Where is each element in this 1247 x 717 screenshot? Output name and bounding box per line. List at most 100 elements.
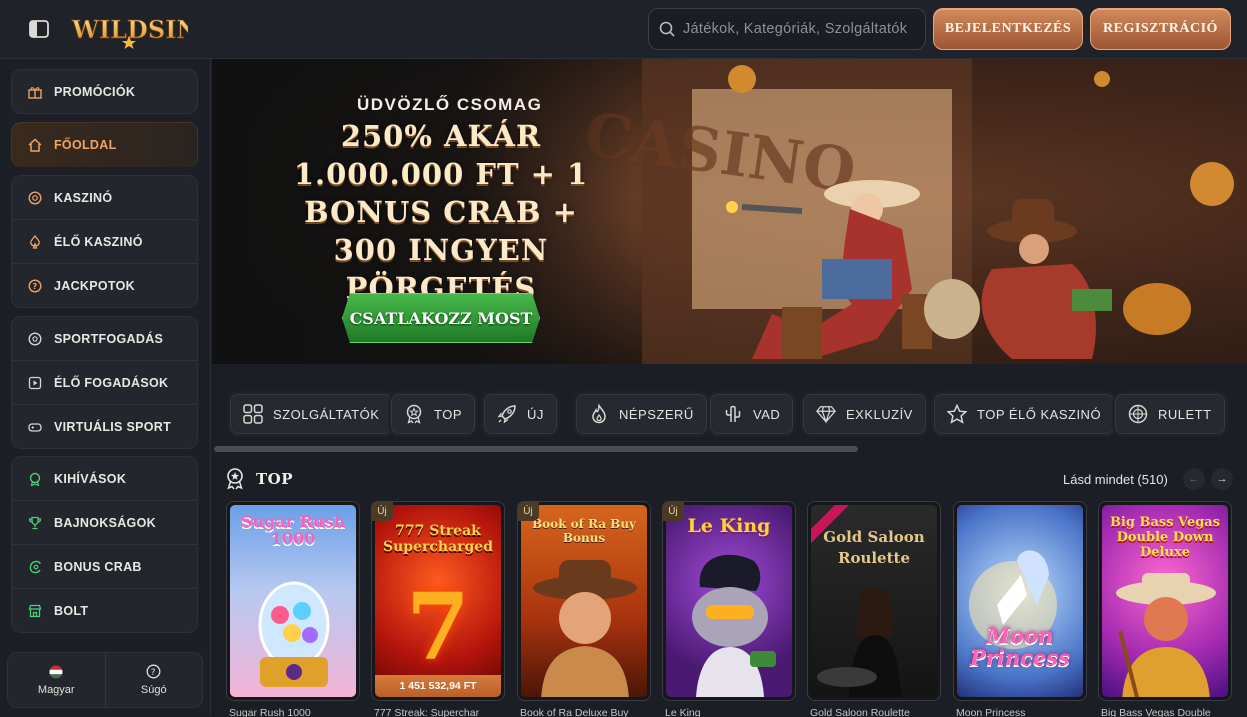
category-label: TOP ÉLŐ KASZINÓ xyxy=(977,406,1102,422)
poker-chip-icon xyxy=(28,190,42,205)
game-art-title: Le King xyxy=(687,515,771,537)
game-name: Gold Saloon Roulette xyxy=(810,707,910,717)
login-button[interactable]: BEJELENTKEZÉS xyxy=(933,8,1083,50)
gamepad-icon xyxy=(28,420,42,434)
category-scrollbar[interactable] xyxy=(214,446,858,452)
register-button[interactable]: REGISZTRÁCIÓ xyxy=(1090,8,1231,50)
game-tile[interactable]: Moon Princess Moon Princess xyxy=(953,501,1087,717)
svg-text:?: ? xyxy=(151,668,156,678)
sidebar-item-virtual-sport[interactable]: VIRTUÁLIS SPORT xyxy=(12,405,197,449)
sidebar-item-tournaments[interactable]: BAJNOKSÁGOK xyxy=(12,501,197,545)
medal-icon xyxy=(28,472,42,486)
game-tile[interactable]: Új 777 Streak Supercharged 7 1 451 532,9… xyxy=(371,501,505,717)
category-providers[interactable]: SZOLGÁLTATÓK xyxy=(230,394,393,434)
category-top-live-casino[interactable]: TOP ÉLŐ KASZINÓ xyxy=(934,394,1115,434)
spade-icon xyxy=(28,234,42,249)
game-thumbnail: Sugar Rush 1000 xyxy=(230,505,356,697)
game-tile[interactable]: Új Book of Ra Buy Bonus Book of Ra Delux… xyxy=(517,501,651,717)
game-art-title: Book of Ra Buy Bonus xyxy=(531,517,637,545)
hungarian-flag-icon xyxy=(49,665,63,678)
help-icon: ? xyxy=(146,664,161,679)
category-label: EXKLUZÍV xyxy=(846,406,913,422)
category-label: ÚJ xyxy=(527,406,544,422)
sidebar-item-casino[interactable]: KASZINÓ xyxy=(12,176,197,220)
game-tile[interactable]: Gold Saloon Roulette Gold Saloon Roulett… xyxy=(807,501,941,717)
jackpot-amount: 1 451 532,94 FT xyxy=(375,675,501,697)
category-wild[interactable]: VAD xyxy=(710,394,794,434)
sidebar-item-live-bets[interactable]: ÉLŐ FOGADÁSOK xyxy=(12,361,197,405)
new-badge: Új xyxy=(517,501,539,521)
section-header-top: TOP xyxy=(224,466,293,492)
game-thumbnail: Big Bass Vegas Double Down Deluxe xyxy=(1102,505,1228,697)
category-top[interactable]: TOP xyxy=(391,394,475,434)
sidebar-item-label: JACKPOTOK xyxy=(54,279,135,293)
game-thumbnail: 777 Streak Supercharged 7 1 451 532,94 F… xyxy=(375,505,501,697)
game-name: 777 Streak: Superchar xyxy=(374,707,480,717)
game-thumbnail: Le King xyxy=(666,505,792,697)
sidebar-item-live-casino[interactable]: ÉLŐ KASZINÓ xyxy=(12,220,197,264)
sidebar-item-promotions[interactable]: PROMÓCIÓK xyxy=(12,70,197,114)
raccoon-king-graphic xyxy=(692,554,776,697)
search-box[interactable] xyxy=(648,8,926,50)
sidebar-item-label: VIRTUÁLIS SPORT xyxy=(54,420,172,434)
game-thumbnail: Gold Saloon Roulette xyxy=(811,505,937,697)
carousel-prev-button[interactable]: ← xyxy=(1183,468,1205,490)
rocket-icon xyxy=(497,404,517,424)
language-selector[interactable]: Magyar xyxy=(8,653,106,707)
sidebar-group-sport: SPORTFOGADÁS ÉLŐ FOGADÁSOK VIRTUÁLIS SPO… xyxy=(11,316,198,449)
sidebar-item-home[interactable]: FŐOLDAL xyxy=(12,123,197,167)
star-icon xyxy=(947,404,967,424)
sidebar-toggle-icon[interactable] xyxy=(28,19,50,39)
game-art-title: Big Bass Vegas Double Down Deluxe xyxy=(1109,515,1221,560)
game-name: Book of Ra Deluxe Buy xyxy=(520,707,629,717)
sidebar-item-sportsbetting[interactable]: SPORTFOGADÁS xyxy=(12,317,197,361)
game-tile[interactable]: Új Le King Le King xyxy=(662,501,796,717)
sidebar-footer: Magyar ? Súgó xyxy=(7,652,203,708)
carousel-next-button[interactable]: → xyxy=(1211,468,1233,490)
sidebar-item-label: ÉLŐ KASZINÓ xyxy=(54,234,143,249)
game-tile[interactable]: Big Bass Vegas Double Down Deluxe Big Ba… xyxy=(1098,501,1232,717)
search-input[interactable] xyxy=(683,21,923,37)
sidebar-item-bonus-crab[interactable]: BONUS CRAB xyxy=(12,545,197,589)
sidebar-item-label: KASZINÓ xyxy=(54,190,113,205)
sidebar-item-jackpots[interactable]: ? JACKPOTOK xyxy=(12,264,197,308)
promo-banner[interactable]: CASINO ÜDVÖZLŐ CSOMAG 250% AKÁR 1.000.00… xyxy=(212,59,1247,364)
sidebar-group-home: FŐOLDAL xyxy=(11,122,198,167)
arrow-right-icon: → xyxy=(1216,473,1228,485)
roulette-icon xyxy=(1128,404,1148,424)
wildsino-logo[interactable]: WILDSINO xyxy=(70,8,220,50)
sidebar-item-label: BAJNOKSÁGOK xyxy=(54,515,156,530)
category-new[interactable]: ÚJ xyxy=(484,394,557,434)
gift-icon xyxy=(28,85,42,99)
crab-icon xyxy=(28,560,42,574)
game-name: Sugar Rush 1000 xyxy=(229,707,311,717)
category-exclusive[interactable]: EXKLUZÍV xyxy=(803,394,926,434)
section-title: TOP xyxy=(256,470,294,488)
category-strip: SZOLGÁLTATÓK TOP ÚJ NÉPSZERŰ VAD EXKLUZÍ… xyxy=(212,386,1247,442)
language-label: Magyar xyxy=(37,683,75,696)
soccer-ball-icon xyxy=(28,331,42,346)
banner-subtitle: ÜDVÖZLŐ CSOMAG xyxy=(357,95,543,114)
sidebar-item-label: ÉLŐ FOGADÁSOK xyxy=(54,375,169,390)
category-roulette[interactable]: RULETT xyxy=(1115,394,1225,434)
category-label: RULETT xyxy=(1158,406,1212,422)
cactus-icon xyxy=(723,404,743,424)
sidebar-item-label: PROMÓCIÓK xyxy=(54,85,136,99)
jackpot-icon: ? xyxy=(28,279,42,293)
sidebar-group-extras: KIHÍVÁSOK BAJNOKSÁGOK BONUS CRAB BOLT xyxy=(11,456,198,633)
game-art-title: Gold Saloon Roulette xyxy=(823,528,925,567)
game-art-title: Moon Princess xyxy=(970,623,1070,670)
game-carousel: Sugar Rush 1000 Sugar Rush 1000 Új 777 S… xyxy=(226,501,1247,717)
candy-machine-graphic xyxy=(258,581,330,687)
game-thumbnail: Moon Princess xyxy=(957,505,1083,697)
sidebar-item-challenges[interactable]: KIHÍVÁSOK xyxy=(12,457,197,501)
help-button[interactable]: ? Súgó xyxy=(106,653,203,707)
sidebar-item-shop[interactable]: BOLT xyxy=(12,589,197,633)
category-label: SZOLGÁLTATÓK xyxy=(273,406,380,422)
award-icon xyxy=(404,404,424,424)
banner-title: 250% AKÁR 1.000.000 FT + 1 BONUS CRAB + … xyxy=(293,119,589,305)
see-all-link[interactable]: Lásd mindet (510) xyxy=(1063,472,1168,487)
category-popular[interactable]: NÉPSZERŰ xyxy=(576,394,707,434)
game-tile[interactable]: Sugar Rush 1000 Sugar Rush 1000 xyxy=(226,501,360,717)
join-now-button[interactable]: CSATLAKOZZ MOST xyxy=(342,293,540,343)
